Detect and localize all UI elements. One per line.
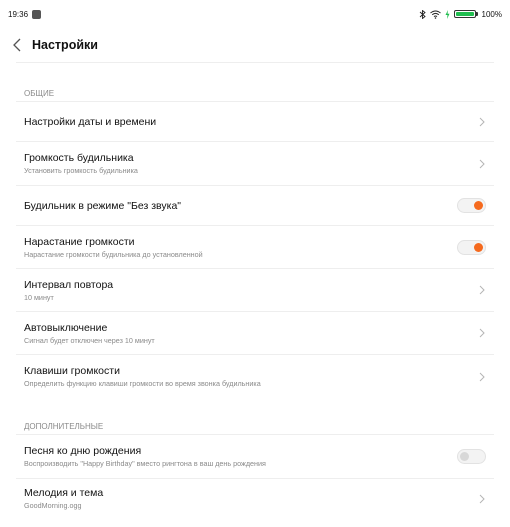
- toggle-switch[interactable]: [457, 239, 486, 255]
- settings-item-text: Клавиши громкости Определить функцию клав…: [24, 365, 261, 388]
- header: Настройки: [0, 28, 510, 62]
- page-title: Настройки: [32, 38, 98, 52]
- battery-percent: 100%: [481, 9, 502, 19]
- chevron-right-icon: [479, 372, 485, 381]
- settings-item-title: Песня ко дню рождения: [24, 445, 142, 457]
- settings-item-title: Клавиши громкости: [24, 365, 120, 377]
- settings-item-title: Будильник в режиме "Без звука": [24, 199, 182, 212]
- battery-icon: [453, 10, 478, 18]
- settings-item-text: Мелодия и тема GoodMorning.ogg: [24, 487, 103, 510]
- settings-item-title: Громкость будильника: [24, 152, 134, 164]
- toggle-knob: [474, 201, 483, 210]
- wifi-icon: [429, 10, 441, 19]
- toggle-knob: [474, 242, 483, 252]
- chevron-right-icon: [479, 494, 485, 503]
- chevron-right-icon: [479, 159, 485, 168]
- notification-app-icon: [32, 9, 42, 19]
- settings-item-subtitle: Сигнал будет отключен через 10 минут: [24, 335, 155, 345]
- status-left: 19:36: [8, 9, 42, 19]
- settings-list-additional: Песня ко дню рождения Воспроизводить "Hap…: [16, 434, 494, 518]
- settings-item[interactable]: Настройки даты и времени: [16, 101, 494, 141]
- charging-icon: [445, 9, 450, 19]
- settings-list-general: Настройки даты и времени Громкость будиль…: [16, 101, 494, 398]
- settings-item-text: Нарастание громкости Нарастание громкости…: [24, 236, 203, 259]
- settings-item-text: Настройки даты и времени: [24, 116, 156, 128]
- settings-item-title: Мелодия и тема: [24, 487, 104, 499]
- settings-item[interactable]: Песня ко дню рождения Воспроизводить "Hap…: [16, 434, 494, 478]
- status-bar: 19:36 100%: [0, 0, 510, 28]
- settings-item-subtitle: Нарастание громкости будильника до устан…: [24, 249, 203, 259]
- status-time: 19:36: [8, 9, 29, 19]
- settings-item-subtitle: 10 минут: [24, 292, 54, 302]
- chevron-right-icon: [479, 117, 485, 126]
- settings-item[interactable]: Будильник в режиме "Без звука": [16, 185, 494, 225]
- settings-item-title: Интервал повтора: [24, 278, 114, 291]
- back-chevron-icon[interactable]: [10, 37, 26, 53]
- section-additional: ДОПОЛНИТЕЛЬНЫЕ: [24, 422, 104, 431]
- settings-item[interactable]: Мелодия и тема GoodMorning.ogg: [16, 478, 494, 518]
- settings-item-title: Автовыключение: [24, 321, 108, 334]
- settings-item[interactable]: Автовыключение Сигнал будет отключен чере…: [16, 311, 494, 354]
- toggle-switch[interactable]: [457, 449, 486, 464]
- settings-item-subtitle: Воспроизводить "Happy Birthday" вместо р…: [24, 459, 266, 468]
- settings-item-subtitle: Установить громкость будильника: [24, 166, 138, 175]
- toggle-knob: [460, 452, 469, 461]
- toggle-switch[interactable]: [457, 198, 486, 213]
- chevron-right-icon: [479, 285, 485, 295]
- chevron-right-icon: [479, 328, 485, 338]
- section-general: ОБЩИЕ: [24, 89, 55, 98]
- settings-item-title: Нарастание громкости: [24, 235, 135, 248]
- settings-item-text: Песня ко дню рождения Воспроизводить "Hap…: [24, 445, 266, 468]
- settings-item-subtitle: GoodMorning.ogg: [24, 501, 82, 510]
- settings-item-text: Громкость будильника Установить громкость…: [24, 152, 138, 175]
- settings-item-text: Автовыключение Сигнал будет отключен чере…: [24, 322, 155, 345]
- bluetooth-icon: [419, 9, 426, 19]
- settings-item[interactable]: Громкость будильника Установить громкость…: [16, 141, 494, 185]
- settings-item[interactable]: Интервал повтора 10 минут: [16, 268, 494, 311]
- settings-item[interactable]: Клавиши громкости Определить функцию клав…: [16, 354, 494, 398]
- settings-item-subtitle: Определить функцию клавиши громкости во …: [24, 379, 261, 388]
- settings-item-text: Интервал повтора 10 минут: [24, 279, 113, 302]
- status-right: 100%: [419, 9, 502, 19]
- settings-item-title: Настройки даты и времени: [24, 115, 157, 128]
- settings-item[interactable]: Нарастание громкости Нарастание громкости…: [16, 225, 494, 268]
- settings-item-text: Будильник в режиме "Без звука": [24, 200, 181, 212]
